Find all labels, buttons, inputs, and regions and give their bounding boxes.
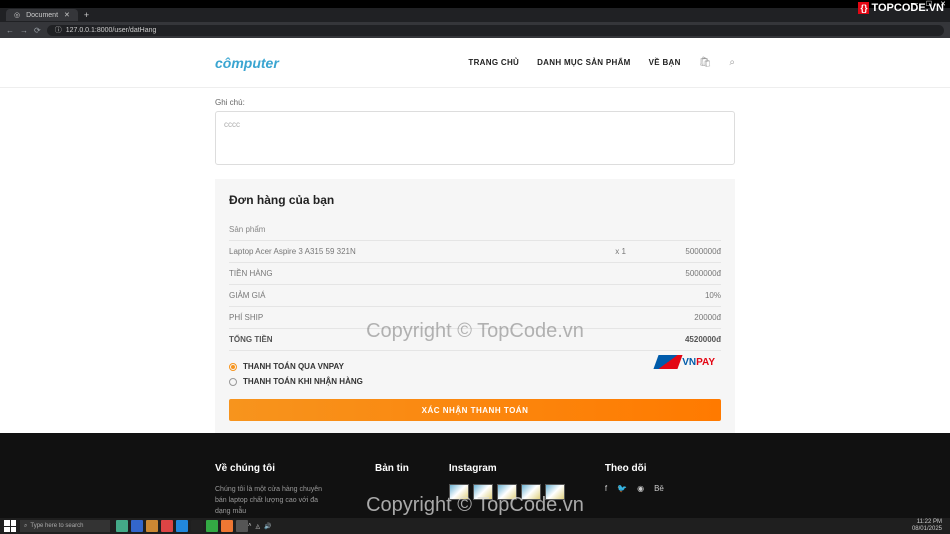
tab-close-icon[interactable]: ✕	[64, 11, 70, 19]
order-header-row: Sản phẩm	[229, 219, 721, 241]
order-summary-card: Đơn hàng của bạn Sản phẩm Laptop Acer As…	[215, 179, 735, 433]
browser-urlbar: ← → ⟳ ⓘ 127.0.0.1:8000/user/datHang	[0, 22, 950, 38]
task-app-icon[interactable]	[146, 520, 158, 532]
search-icon[interactable]: ⌕	[729, 57, 735, 68]
discount-label: GIẢM GIÁ	[229, 291, 265, 300]
site-logo[interactable]: cômputer	[215, 55, 279, 71]
total-value: 4520000đ	[685, 335, 721, 344]
order-item-row: Laptop Acer Aspire 3 A315 59 321N x 1 50…	[229, 241, 721, 263]
note-textarea[interactable]: cccc	[215, 111, 735, 165]
task-app-icon[interactable]	[206, 520, 218, 532]
taskbar-apps	[116, 520, 248, 532]
sound-icon[interactable]: 🔊	[264, 523, 271, 530]
tab-favicon: ◎	[14, 11, 20, 19]
nav-about[interactable]: VỀ BẠN	[649, 58, 681, 67]
window-titlebar: — ☐ ✕	[0, 0, 950, 8]
item-price: 5000000đ	[685, 247, 721, 256]
start-button[interactable]	[4, 520, 16, 532]
vnpay-text: VNPAY	[682, 357, 715, 368]
discount-row: GIẢM GIÁ 10%	[229, 285, 721, 307]
payment-cod-option[interactable]: THANH TOÁN KHI NHẬN HÀNG	[229, 374, 721, 389]
discount-value: 10%	[705, 291, 721, 300]
task-app-icon[interactable]	[161, 520, 173, 532]
task-app-icon[interactable]	[236, 520, 248, 532]
footer-about-title: Về chúng tôi	[215, 463, 335, 474]
browser-tabbar: ◎ Document ✕ +	[0, 8, 950, 22]
subtotal-label: TIỀN HÀNG	[229, 269, 273, 278]
site-header: cômputer TRANG CHỦ DANH MỤC SẢN PHẨM VỀ …	[0, 38, 950, 88]
checkout-content: Ghi chú: cccc Đơn hàng của bạn Sản phẩm …	[0, 88, 950, 433]
clock-date: 08/01/2025	[912, 526, 942, 533]
behance-icon[interactable]: Bē	[654, 484, 664, 493]
item-qty: x 1	[356, 247, 686, 256]
payment-vnpay-option[interactable]: THANH TOÁN QUA VNPAY	[229, 359, 721, 374]
page-viewport: cômputer TRANG CHỦ DANH MỤC SẢN PHẨM VỀ …	[0, 38, 950, 433]
radio-icon	[229, 378, 237, 386]
note-label: Ghi chú:	[215, 98, 735, 107]
watermark-center-1: Copyright © TopCode.vn	[366, 320, 584, 343]
confirm-payment-button[interactable]: XÁC NHẬN THANH TOÁN	[229, 399, 721, 421]
total-label: TỔNG TIỀN	[229, 335, 273, 344]
item-name: Laptop Acer Aspire 3 A315 59 321N	[229, 247, 356, 256]
order-title: Đơn hàng của bạn	[229, 193, 721, 207]
watermark-center-2: Copyright © TopCode.vn	[366, 494, 584, 517]
watermark-text: TOPCODE.VN	[871, 2, 944, 14]
task-app-icon[interactable]	[221, 520, 233, 532]
watermark-topcode: {} TOPCODE.VN	[858, 2, 944, 14]
browser-tab[interactable]: ◎ Document ✕	[6, 9, 78, 21]
reload-icon[interactable]: ⟳	[34, 26, 41, 35]
info-icon: ⓘ	[55, 25, 62, 35]
taskbar-search[interactable]: ⌕ Type here to search	[20, 520, 110, 532]
task-app-icon[interactable]	[176, 520, 188, 532]
clock-time: 11:22 PM	[912, 519, 942, 526]
vnpay-logo: VNPAY	[656, 355, 715, 369]
forward-icon[interactable]: →	[20, 26, 28, 35]
back-icon[interactable]: ←	[6, 26, 14, 35]
taskbar-clock[interactable]: 11:22 PM 08/01/2025	[912, 519, 946, 532]
ship-label: PHÍ SHIP	[229, 313, 263, 322]
search-icon: ⌕	[24, 523, 27, 530]
search-placeholder: Type here to search	[30, 523, 83, 529]
wifi-icon[interactable]: ◬	[256, 523, 261, 530]
nav-home[interactable]: TRANG CHỦ	[468, 58, 519, 67]
footer-insta-title: Instagram	[449, 463, 565, 474]
task-app-icon[interactable]	[131, 520, 143, 532]
col-product: Sản phẩm	[229, 225, 265, 234]
tab-title: Document	[26, 12, 58, 19]
footer-about: Về chúng tôi Chúng tôi là một cửa hàng c…	[215, 463, 335, 518]
payment-cod-label: THANH TOÁN KHI NHẬN HÀNG	[243, 377, 363, 386]
ship-value: 20000đ	[694, 313, 721, 322]
url-input[interactable]: ⓘ 127.0.0.1:8000/user/datHang	[47, 25, 944, 36]
pinterest-icon[interactable]: ◉	[637, 484, 644, 493]
payment-methods: VNPAY THANH TOÁN QUA VNPAY THANH TOÁN KH…	[229, 359, 721, 389]
subtotal-row: TIỀN HÀNG 5000000đ	[229, 263, 721, 285]
payment-vnpay-label: THANH TOÁN QUA VNPAY	[243, 362, 344, 371]
nav-catalog[interactable]: DANH MỤC SẢN PHẨM	[537, 58, 631, 67]
footer-about-text: Chúng tôi là một cửa hàng chuyên bán lap…	[215, 484, 335, 518]
facebook-icon[interactable]: f	[605, 484, 607, 493]
bracket-icon: {}	[858, 2, 869, 14]
subtotal-value: 5000000đ	[685, 269, 721, 278]
cart-icon[interactable]: 🛍	[699, 57, 712, 68]
windows-taskbar: ⌕ Type here to search ˄ ◬ 🔊 11:22 PM 08/…	[0, 518, 950, 534]
footer-news-title: Bản tin	[375, 463, 409, 474]
url-text: 127.0.0.1:8000/user/datHang	[66, 27, 157, 34]
system-tray[interactable]: ˄ ◬ 🔊	[248, 523, 272, 530]
task-app-icon[interactable]	[191, 520, 203, 532]
vnpay-shape-icon	[654, 355, 683, 369]
task-app-icon[interactable]	[116, 520, 128, 532]
chevron-up-icon[interactable]: ˄	[248, 523, 252, 530]
new-tab-button[interactable]: +	[84, 10, 89, 20]
footer-follow: Theo dõi f 🐦 ◉ Bē	[605, 463, 664, 518]
radio-checked-icon	[229, 363, 237, 371]
twitter-icon[interactable]: 🐦	[617, 484, 627, 493]
footer-follow-title: Theo dõi	[605, 463, 664, 474]
main-nav: TRANG CHỦ DANH MỤC SẢN PHẨM VỀ BẠN 🛍 ⌕	[468, 57, 735, 68]
